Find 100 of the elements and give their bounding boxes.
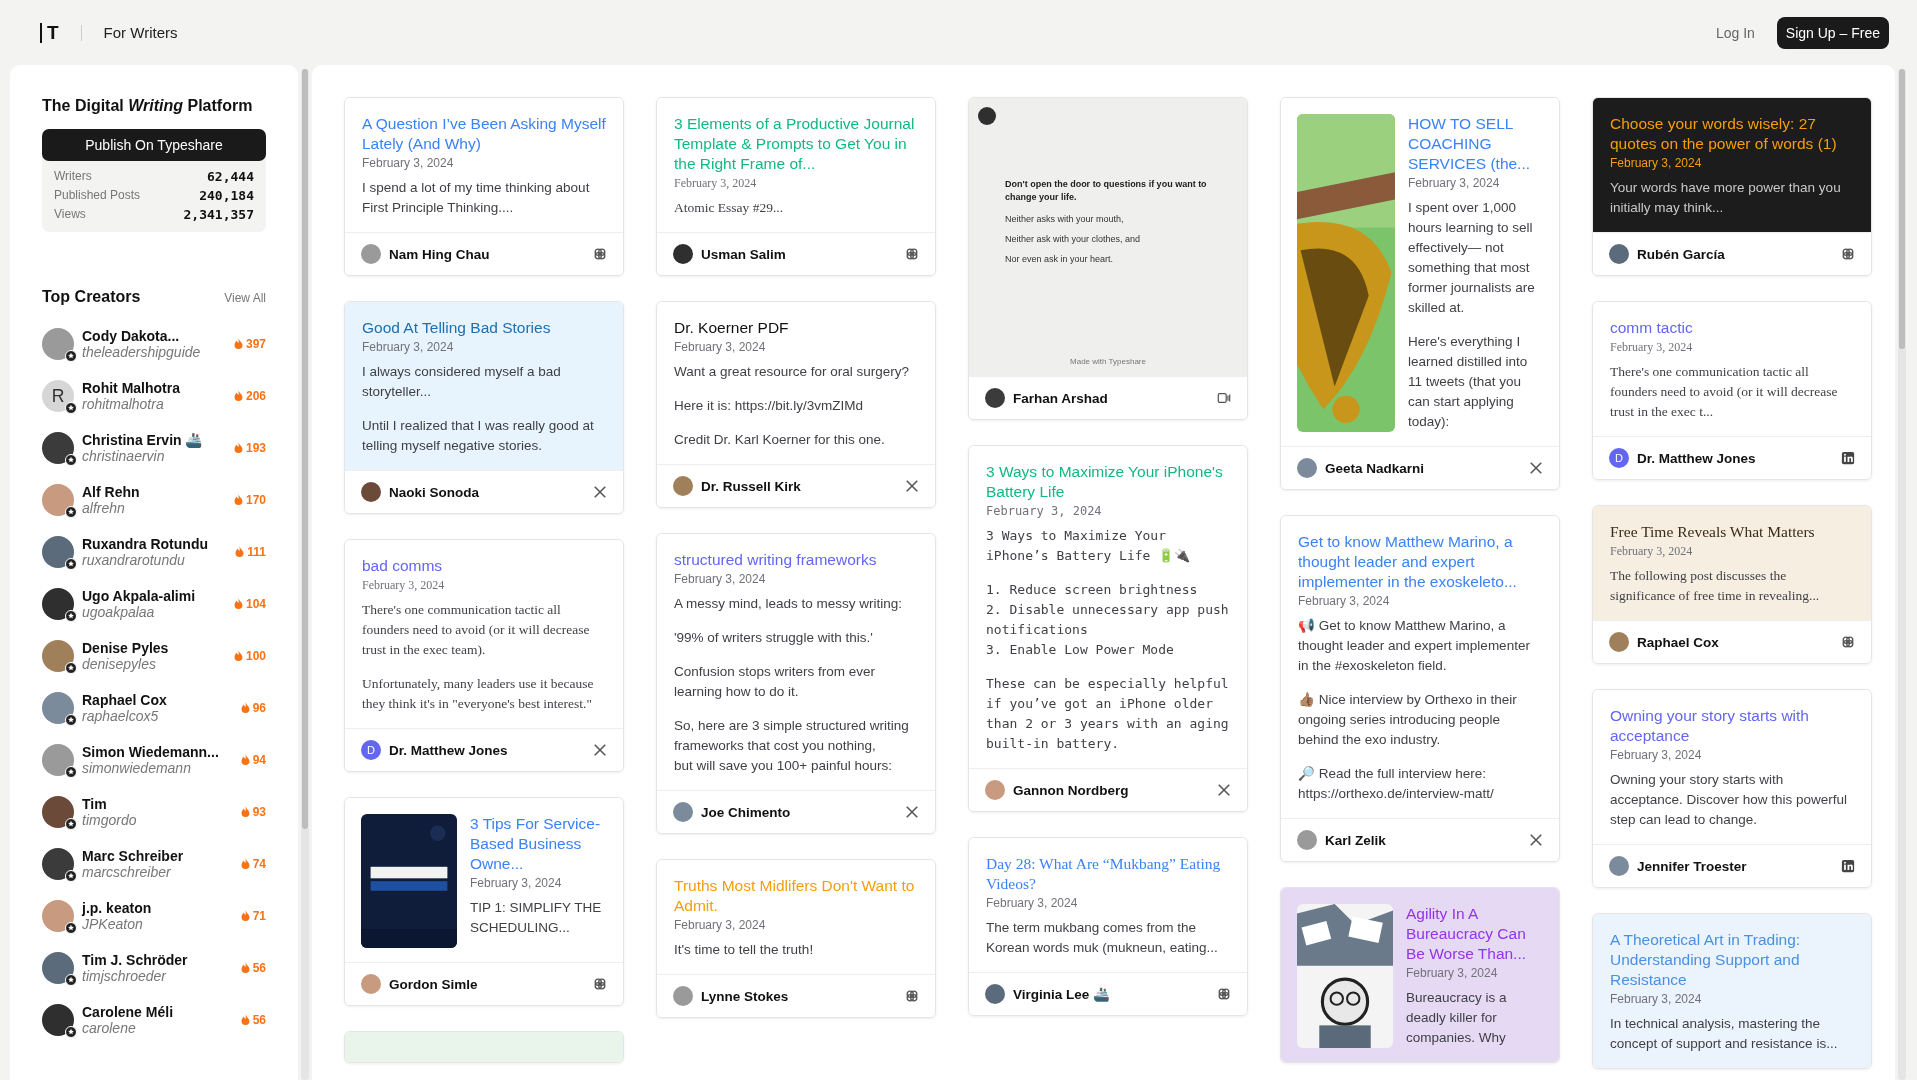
knot-icon[interactable]: [593, 247, 607, 261]
x-logo-icon[interactable]: [905, 479, 919, 493]
author-name[interactable]: Nam Hing Chau: [389, 246, 585, 262]
author-name[interactable]: Rubén García: [1637, 246, 1833, 262]
post-title[interactable]: comm tactic: [1610, 318, 1854, 338]
post-title[interactable]: structured writing frameworks: [674, 550, 918, 570]
post-title[interactable]: Get to know Matthew Marino, a thought leader and expert implementer in the exoskeleto...: [1298, 532, 1542, 592]
creator-name[interactable]: Raphael Cox: [82, 692, 232, 708]
post-card[interactable]: Agility In A Bureaucracy Can Be Worse Than... February 3, 2024 Bureaucracy is a deadly killer for companies. Why: [1280, 887, 1560, 1063]
post-card[interactable]: Owning your story starts with acceptance February 3, 2024 Owning your story starts with acceptance. Discover how this powerful step can lead to change. Jennifer Troester: [1592, 689, 1872, 888]
post-title[interactable]: Choose your words wisely: 27 quotes on the power of words (1): [1610, 114, 1854, 154]
post-excerpt: Confusion stops writers from ever learning how to do it.: [674, 663, 877, 701]
post-card[interactable]: Free Time Reveals What Matters February 3, 2024 The following post discusses the significance of free time in revealing... Raphael Cox: [1592, 505, 1872, 664]
x-logo-icon[interactable]: [1529, 833, 1543, 847]
creator-name[interactable]: Denise Pyles: [82, 640, 225, 656]
quote-text: Don't open the door to questions if you want to change your life.: [1005, 178, 1208, 204]
post-card[interactable]: [968, 445, 1248, 812]
post-card[interactable]: Choose your words wisely: 27 quotes on the power of words (1) February 3, 2024 Your words have more power than you initially may think... Rubén García: [1592, 97, 1872, 276]
linkedin-icon[interactable]: [1841, 859, 1855, 873]
author-name[interactable]: Geeta Nadkarni: [1325, 460, 1521, 476]
author-name[interactable]: Virginia Lee 🚢: [1013, 986, 1209, 1002]
post-title[interactable]: bad comms: [362, 556, 606, 576]
creator-name[interactable]: Christina Ervin 🚢: [82, 432, 225, 448]
post-title[interactable]: 3 Tips For Service-Based Business Owne...: [470, 814, 607, 874]
post-card[interactable]: A Question I’ve Been Asking Myself Lately (And Why) February 3, 2024 I spend a lot of my time thinking about First Principle Thinking.... Nam Hing Chau: [344, 97, 624, 276]
video-icon[interactable]: [1217, 391, 1231, 405]
author-name[interactable]: Dr. Matthew Jones: [389, 742, 585, 758]
post-card[interactable]: A Theoretical Art in Trading: Understanding Support and Resistance February 3, 2024 In technical analysis, mastering the concept of support and resistance is...: [1592, 913, 1872, 1069]
star-badge-icon: [65, 714, 77, 726]
knot-icon[interactable]: [1841, 635, 1855, 649]
creator-name[interactable]: Marc Schreiber: [82, 848, 232, 864]
creator-name[interactable]: Alf Rehn: [82, 484, 225, 500]
creator-name[interactable]: Rohit Malhotra: [82, 380, 225, 396]
post-excerpt: Unfortunately, many leaders use it because they think it's in "everyone's best interest.": [362, 675, 595, 713]
post-title[interactable]: Free Time Reveals What Matters: [1610, 522, 1854, 542]
post-card[interactable]: Dr. Koerner PDF February 3, 2024 Want a great resource for oral surgery? Here it is: https://bit.ly/3vmZIMd Credit Dr. Karl Koerner for this one. Dr. Russell Kirk: [656, 301, 936, 508]
section-label[interactable]: For Writers: [103, 24, 178, 41]
creator-score: 71: [239, 909, 266, 923]
logo[interactable]: T: [40, 22, 59, 43]
view-all-link[interactable]: View All: [224, 291, 266, 305]
post-card[interactable]: Good At Telling Bad Stories February 3, 2024 I always considered myself a bad storyteller... Until I realized that I was really good at telling myself negative stories. Naoki Sonoda: [344, 301, 624, 514]
author-name[interactable]: Naoki Sonoda: [389, 484, 585, 500]
creator-name[interactable]: Carolene Méli: [82, 1004, 232, 1020]
author-name[interactable]: Dr. Matthew Jones: [1637, 450, 1833, 466]
post-card[interactable]: Day 28: What Are “Mukbang” Eating Videos? February 3, 2024 The term mukbang comes from the Korean words muk (mukneun, eating... Virginia Lee 🚢: [968, 837, 1248, 1016]
creator-handle: carolene: [82, 1020, 137, 1036]
post-card[interactable]: [344, 539, 624, 772]
creator-name[interactable]: Tim: [82, 796, 232, 812]
creator-name[interactable]: j.p. keaton: [82, 900, 232, 916]
post-title[interactable]: A Question I’ve Been Asking Myself Lately (And Why): [362, 114, 606, 154]
post-card[interactable]: [656, 533, 936, 834]
knot-icon[interactable]: [1841, 247, 1855, 261]
flame-icon: [239, 702, 251, 714]
post-card[interactable]: [1280, 97, 1560, 490]
post-title[interactable]: Agility In A Bureaucracy Can Be Worse Than...: [1406, 904, 1543, 964]
post-card[interactable]: 3 Elements of a Productive Journal Template & Prompts to Get You in the Right Frame of... February 3, 2024 Atomic Essay #29... Usman Salim: [656, 97, 936, 276]
creator-name[interactable]: Cody Dakota...: [82, 328, 225, 344]
knot-icon[interactable]: [905, 247, 919, 261]
creator-name[interactable]: Ugo Akpala-alimi: [82, 588, 225, 604]
post-title[interactable]: HOW TO SELL COACHING SERVICES (the...: [1408, 114, 1543, 174]
creator-name[interactable]: Simon Wiedemann...: [82, 744, 232, 760]
creator-name[interactable]: Ruxandra Rotundu: [82, 536, 227, 552]
linkedin-icon[interactable]: [1841, 451, 1855, 465]
knot-icon[interactable]: [905, 989, 919, 1003]
publish-button[interactable]: Publish On Typeshare: [42, 129, 266, 161]
x-logo-icon[interactable]: [1217, 783, 1231, 797]
knot-icon[interactable]: [593, 977, 607, 992]
author-name[interactable]: Gannon Nordberg: [1013, 782, 1209, 798]
post-excerpt: Here it is: https://bit.ly/3vmZIMd: [674, 397, 865, 415]
post-card[interactable]: [1280, 515, 1560, 862]
post-card[interactable]: comm tactic February 3, 2024 There's one communication tactic all founders need to avoid (or it will decrease trust in the exec t... D Dr. Matthew Jones: [1592, 301, 1872, 480]
post-card[interactable]: Truths Most Midlifers Don't Want to Admit. February 3, 2024 It's time to tell the truth! Lynne Stokes: [656, 859, 936, 1018]
author-name[interactable]: Farhan Arshad: [1013, 390, 1209, 406]
creator-name[interactable]: Tim J. Schröder: [82, 952, 232, 968]
login-link[interactable]: Log In: [1715, 24, 1755, 41]
author-name[interactable]: Lynne Stokes: [701, 988, 897, 1004]
x-logo-icon[interactable]: [593, 743, 607, 757]
author-name[interactable]: Gordon Simle: [389, 976, 585, 992]
x-logo-icon[interactable]: [1529, 461, 1543, 475]
post-card[interactable]: 3 Tips For Service-Based Business Owne... February 3, 2024 TIP 1: SIMPLIFY THE SCHEDULING... Gordon Simle: [344, 797, 624, 1007]
x-logo-icon[interactable]: [905, 805, 919, 819]
star-badge-icon: [65, 506, 77, 518]
creator-handle: timjschroeder: [82, 968, 168, 984]
author-name[interactable]: Joe Chimento: [701, 804, 897, 820]
post-title[interactable]: Good At Telling Bad Stories: [362, 318, 606, 338]
signup-button[interactable]: Sign Up – Free: [1776, 16, 1889, 49]
author-name[interactable]: Usman Salim: [701, 246, 897, 262]
author-name[interactable]: Raphael Cox: [1637, 634, 1833, 650]
post-title[interactable]: Owning your story starts with acceptance: [1610, 706, 1854, 746]
author-name[interactable]: Dr. Russell Kirk: [701, 478, 897, 494]
post-date: February 3, 2024: [362, 339, 455, 356]
x-logo-icon[interactable]: [593, 485, 607, 499]
post-card[interactable]: Don't open the door to questions if you want to change your life. Neither asks with your mouth, Neither ask with your clothes, and Nor even ask in your heart. Made with Typeshare Farhan Arshad: [968, 97, 1248, 420]
flame-icon: [232, 442, 244, 454]
post-title[interactable]: Day 28: What Are “Mukbang” Eating Videos?: [986, 854, 1230, 894]
author-name[interactable]: Jennifer Troester: [1637, 858, 1833, 874]
knot-icon[interactable]: [1217, 987, 1231, 1001]
post-excerpt: 🔎 Read the full interview here: https://orthexo.de/interview-matt/: [1298, 765, 1495, 803]
author-name[interactable]: Karl Zelik: [1325, 832, 1521, 848]
post-title[interactable]: Dr. Koerner PDF: [674, 318, 918, 338]
